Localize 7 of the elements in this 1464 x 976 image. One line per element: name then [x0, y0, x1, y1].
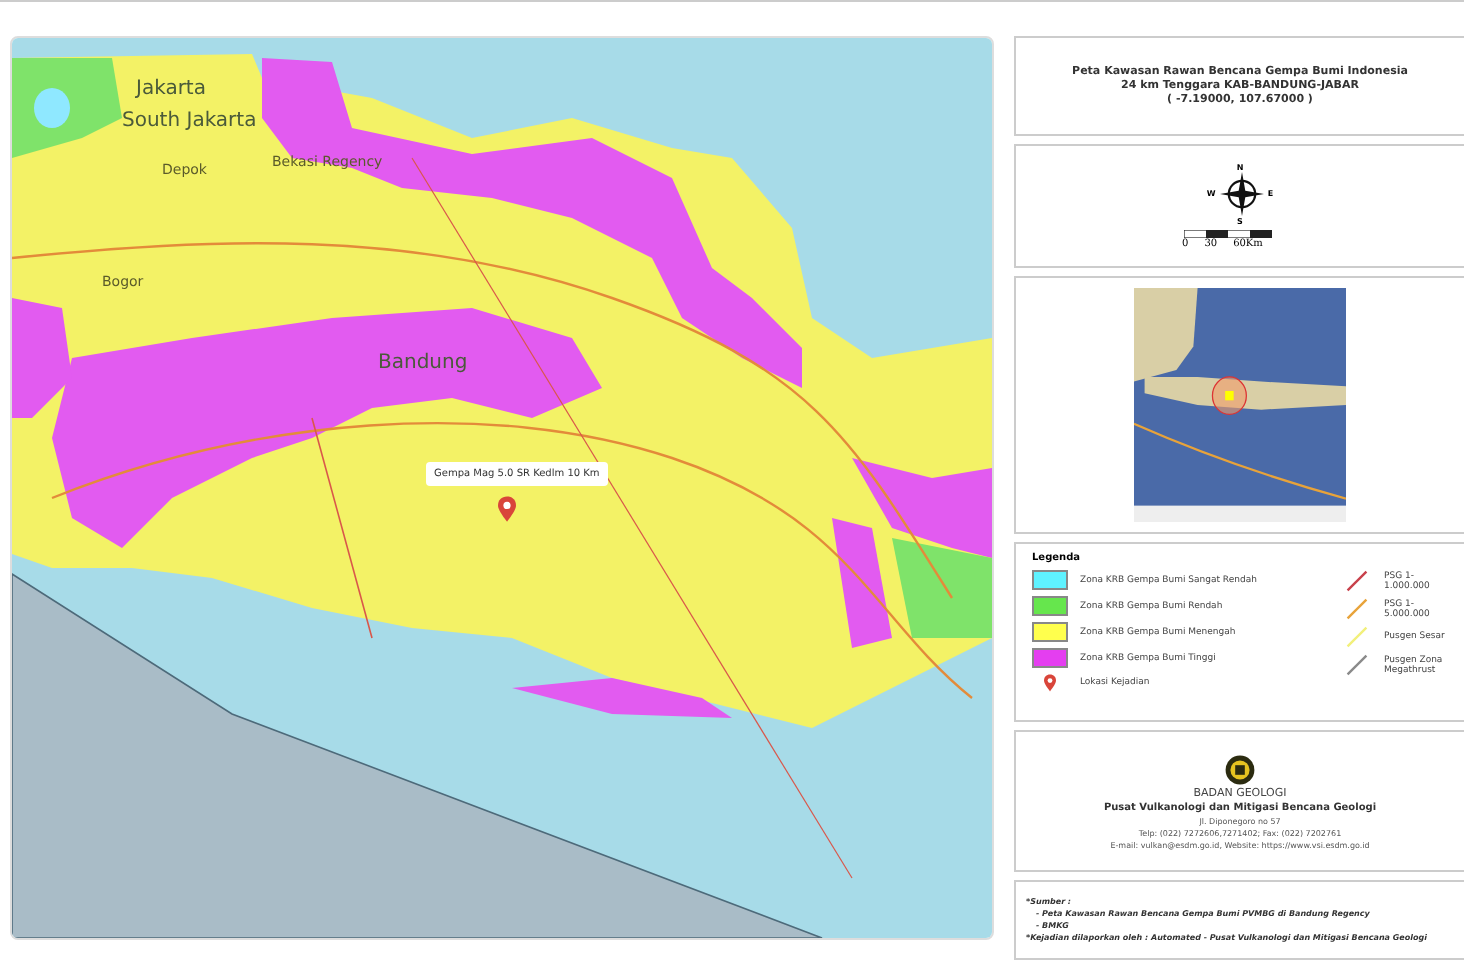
agency-emblem-icon	[1224, 753, 1256, 786]
map-label: Jakarta	[136, 78, 206, 100]
map-label: South Jakarta	[122, 110, 257, 132]
compass-rose-icon	[1219, 171, 1264, 216]
location-pin-icon	[498, 496, 516, 522]
map-label: Bandung	[378, 352, 468, 374]
scale-bar-icon	[1184, 229, 1272, 238]
